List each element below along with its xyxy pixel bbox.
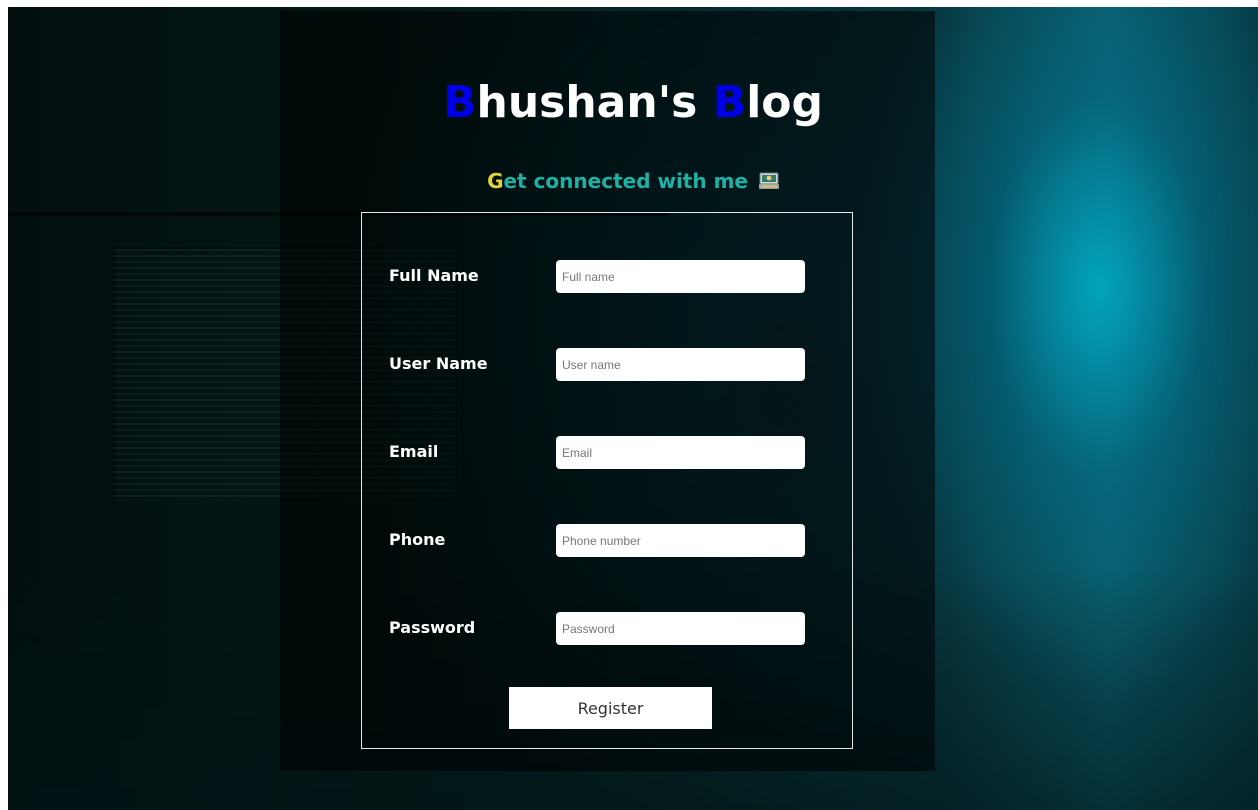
subtitle-initial: G — [487, 169, 504, 193]
technologist-emoji-icon — [758, 172, 779, 189]
password-input[interactable] — [556, 612, 805, 645]
email-input[interactable] — [556, 436, 805, 469]
user-name-input[interactable] — [556, 348, 805, 381]
password-label: Password — [389, 618, 476, 637]
title-initial-b: B — [442, 77, 477, 128]
user-name-label: User Name — [389, 354, 488, 373]
password-row: Password — [389, 612, 809, 646]
full-name-input[interactable] — [556, 260, 805, 293]
email-row: Email — [389, 436, 809, 470]
page-title: Bhushan's Blog — [8, 75, 1258, 131]
subtitle-text: et connected with me — [503, 169, 748, 193]
phone-label: Phone — [389, 530, 446, 549]
title-text: hushan's — [476, 77, 713, 128]
background-scene: Bhushan's Blog Get connected with me Ful… — [8, 7, 1258, 810]
email-label: Email — [389, 442, 439, 461]
registration-form: Full Name User Name Email Phone Password… — [361, 212, 853, 749]
title-initial-b-2: B — [712, 77, 747, 128]
phone-input[interactable] — [556, 524, 805, 557]
page-subtitle: Get connected with me — [8, 167, 1258, 195]
register-button[interactable]: Register — [509, 687, 712, 729]
phone-row: Phone — [389, 524, 809, 558]
full-name-row: Full Name — [389, 260, 809, 294]
user-name-row: User Name — [389, 348, 809, 382]
title-text-2: log — [746, 77, 824, 128]
full-name-label: Full Name — [389, 266, 479, 285]
